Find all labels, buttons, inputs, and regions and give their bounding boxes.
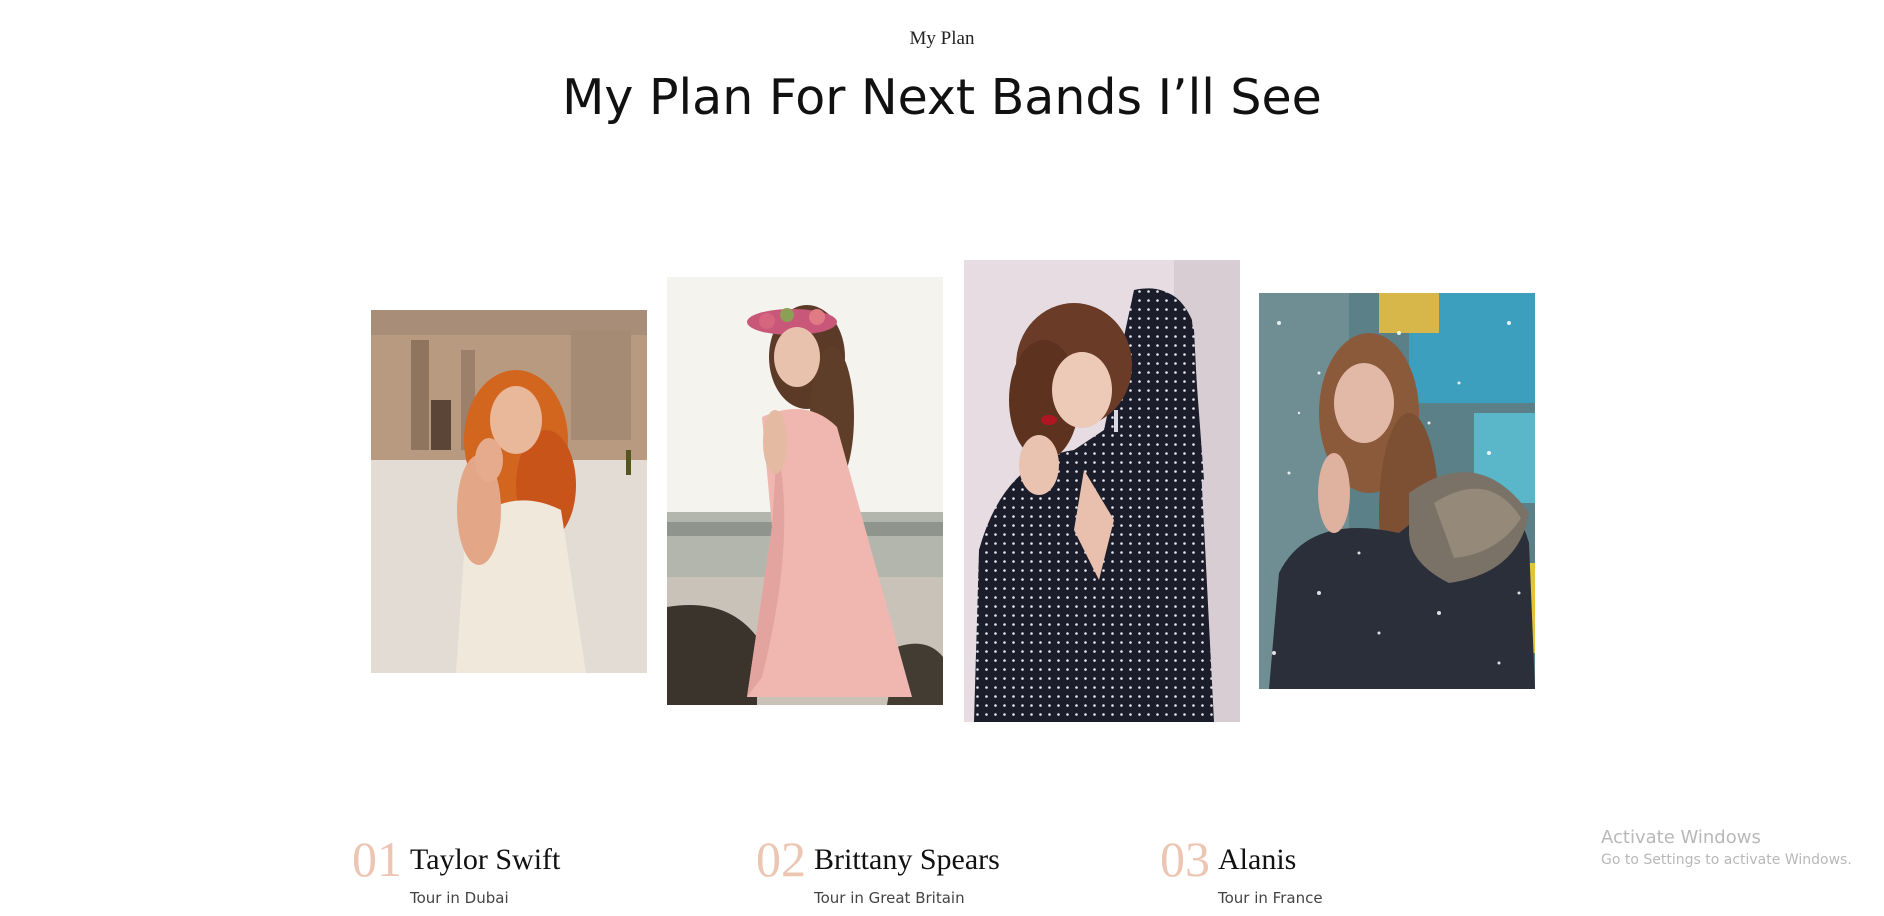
band-number: 01 — [352, 831, 402, 887]
band-name[interactable]: Alanis — [1218, 842, 1296, 878]
section-title: My Plan For Next Bands I’ll See — [562, 69, 1322, 126]
band-name[interactable]: Brittany Spears — [814, 842, 1000, 878]
band-tour: Tour in Dubai — [410, 889, 509, 907]
band-tour: Tour in Great Britain — [814, 889, 965, 907]
activate-windows-watermark: Activate Windows Go to Settings to activ… — [1601, 826, 1852, 870]
band-name[interactable]: Taylor Swift — [410, 842, 560, 878]
gallery-photo-1[interactable] — [371, 310, 647, 673]
band-number: 03 — [1160, 831, 1210, 887]
gallery-photo-3[interactable] — [964, 260, 1240, 722]
gallery-photo-4[interactable] — [1259, 293, 1535, 689]
activate-windows-title: Activate Windows — [1601, 827, 1761, 848]
activate-windows-subtitle: Go to Settings to activate Windows. — [1601, 852, 1852, 868]
band-number: 02 — [756, 831, 806, 887]
band-tour: Tour in France — [1218, 889, 1323, 907]
gallery-photo-2[interactable] — [667, 277, 943, 705]
section-eyebrow: My Plan — [909, 28, 975, 49]
